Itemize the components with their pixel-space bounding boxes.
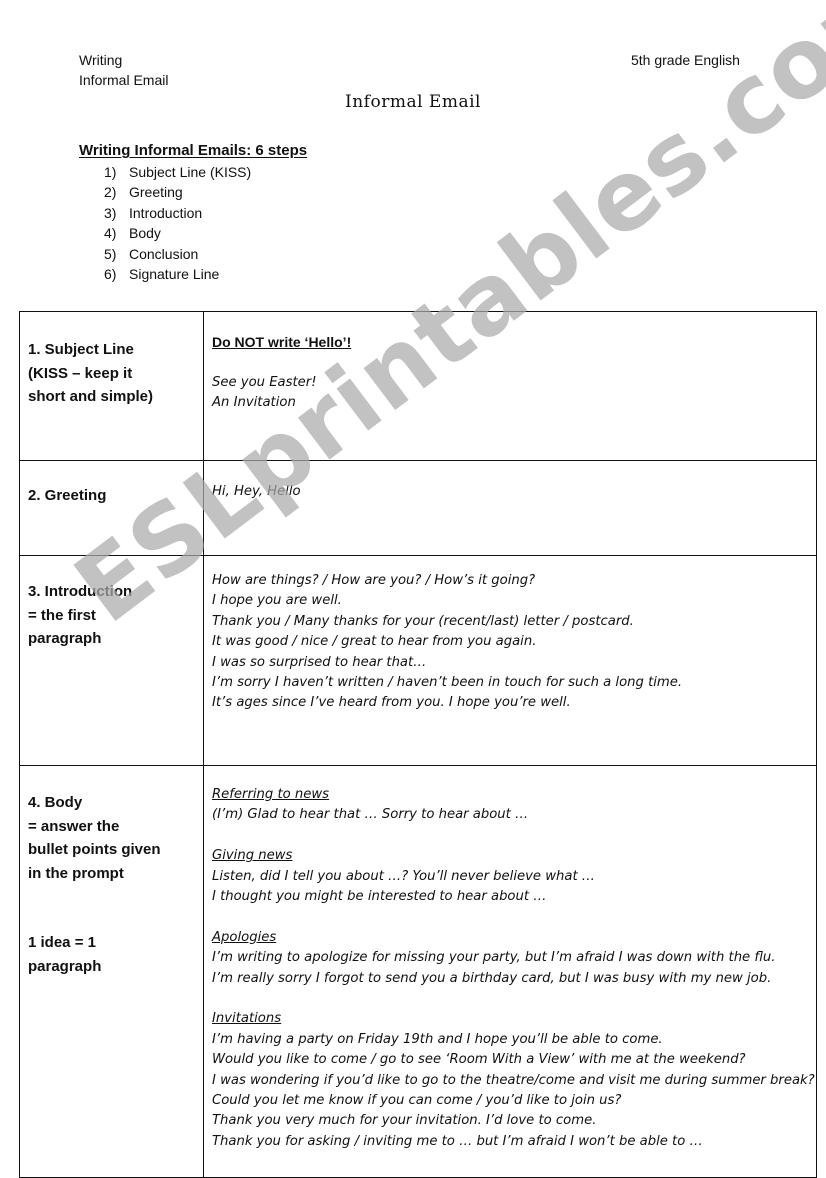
header-left: Writing Informal Email [79,50,168,90]
phrase-line: Could you let me know if you can come / … [212,1093,622,1109]
body-note: 1 idea = 1 [28,934,96,951]
greeting-content-cell: Hi, Hey, Hello [203,460,817,556]
phrase-line: Thank you / Many thanks for your (recent… [212,613,634,629]
step-item: 1) Subject Line (KISS) [104,164,252,180]
header-subject: Writing [79,52,123,68]
phrase-line: It’s ages since I’ve heard from you. I h… [212,695,571,711]
phrase-line: Would you like to come / go to see ‘Room… [212,1052,746,1068]
phrase-line: I’m writing to apologize for missing you… [212,950,776,966]
subject-warning: Do NOT write ‘Hello’! [212,334,352,350]
table-row-body: 4. Body = answer the bullet points given… [19,765,817,1178]
phrase-line: I’m sorry I haven’t written / haven’t be… [212,675,683,691]
section-heading-apologies: Apologies [212,929,277,945]
header-grade: 5th grade English [631,52,740,68]
step-item: 4) Body [104,225,161,242]
body-label-cell: 4. Body = answer the bullet points given… [19,765,204,1178]
step-item: 5) Conclusion [104,245,199,262]
phrase-line: How are things? / How are you? / How’s i… [212,573,536,588]
phrase-line: I hope you are well. [212,593,342,609]
section-heading-referring-news: Referring to news [212,787,330,802]
step-item: 6) Signature Line [104,266,220,283]
section-heading-giving-news: Giving news [212,848,293,864]
page-title: Informal Email [345,92,481,112]
subject-label-cell: 1. Subject Line (KISS – keep it short an… [19,311,204,461]
table-row-greeting: 2. Greeting Hi, Hey, Hello [19,460,817,556]
phrase-line: Thank you for asking / inviting me to … … [212,1133,703,1149]
steps-list: 1) Subject Line (KISS) 2) Greeting 3) Intro… [104,162,251,284]
step-item: 2) Greeting [104,184,183,201]
phrase-line: I thought you might be interested to hea… [212,889,547,905]
table-row-introduction: 3. Introduction = the first paragraph Ho… [19,555,817,766]
subject-example: An Invitation [212,395,296,411]
subject-example: See you Easter! [212,374,317,390]
body-content-cell: Referring to news (I’m) Glad to hear tha… [203,765,817,1178]
body-note: paragraph [28,957,102,975]
greeting-label-cell: 2. Greeting [19,460,204,556]
phrase-line: I’m really sorry I forgot to send you a … [212,970,772,986]
phrase-line: (I’m) Glad to hear that … Sorry to hear … [212,807,529,823]
subject-content-cell: Do NOT write ‘Hello’! See you Easter! An… [203,311,817,461]
section-heading-invitations: Invitations [212,1011,282,1027]
phrase-line: Thank you very much for your invitation.… [212,1113,597,1129]
worksheet-page: Writing Informal Email 5th grade English… [0,0,826,1178]
introduction-content-cell: How are things? / How are you? / How’s i… [203,555,817,766]
phrase-line: It was good / nice / great to hear from … [212,634,537,650]
phrase-line: I’m having a party on Friday 19th and I … [212,1031,663,1047]
phrase-line: Listen, did I tell you about …? You’ll n… [212,868,595,884]
phrase-line: I was so surprised to hear that… [212,654,427,670]
email-structure-table: 1. Subject Line (KISS – keep it short an… [19,311,817,1178]
phrase-line: I was wondering if you’d like to go to t… [212,1072,815,1088]
introduction-label-cell: 3. Introduction = the first paragraph [19,555,204,766]
steps-heading: Writing Informal Emails: 6 steps [79,142,308,159]
step-item: 3) Introduction [104,204,203,221]
table-row-subject: 1. Subject Line (KISS – keep it short an… [19,311,817,461]
header-topic: Informal Email [79,72,169,88]
